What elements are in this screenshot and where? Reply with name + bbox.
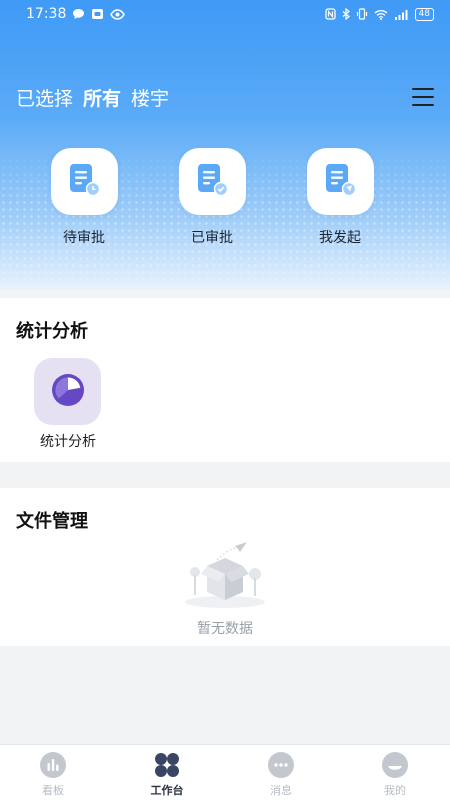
nfc-icon: [324, 8, 336, 20]
empty-box-icon: [177, 542, 273, 614]
initiated-doc-icon: [323, 162, 357, 202]
eye-icon: [110, 8, 126, 20]
wifi-icon: [374, 9, 388, 20]
shortcut-approved[interactable]: 已审批: [167, 148, 257, 247]
section-title: 文件管理: [16, 511, 88, 532]
vibrate-icon: [356, 8, 368, 20]
dashboard-icon: [39, 751, 67, 779]
tab-label: 我的: [384, 784, 406, 797]
bottom-tab-bar: 看板 工作台 消息 我的: [0, 744, 450, 800]
profile-icon: [381, 751, 409, 779]
empty-state-text: 暂无数据: [197, 621, 253, 637]
building-selector-bar: 已选择 所有 楼宇: [16, 82, 434, 112]
battery-indicator: 48: [414, 7, 434, 21]
building-selector[interactable]: 已选择 所有 楼宇: [16, 84, 169, 111]
tab-label: 工作台: [150, 784, 184, 797]
shortcut-label: 待审批: [63, 230, 105, 246]
status-bar: 17:38 48: [0, 0, 450, 28]
stats-item-label: 统计分析: [40, 434, 96, 450]
notification-app-icon: [91, 8, 104, 20]
shortcut-pending-approval[interactable]: 待审批: [39, 148, 129, 247]
selector-prefix: 已选择: [16, 87, 74, 110]
stats-analysis-item[interactable]: 统计分析: [34, 358, 102, 451]
tab-label: 看板: [42, 784, 64, 797]
shortcut-label: 我发起: [319, 230, 361, 246]
status-time: 17:38: [26, 6, 67, 22]
empty-state: 暂无数据: [0, 540, 450, 638]
tab-profile[interactable]: 我的: [355, 751, 435, 798]
signal-icon: [394, 9, 409, 20]
pie-chart-icon: [50, 372, 86, 412]
selector-value: 所有: [83, 87, 122, 110]
tab-messages[interactable]: 消息: [241, 751, 321, 798]
tab-dashboard[interactable]: 看板: [13, 751, 93, 798]
pending-doc-icon: [67, 162, 101, 202]
chat-bubble-icon: [72, 8, 85, 20]
shortcut-label: 已审批: [191, 230, 233, 246]
bluetooth-icon: [342, 8, 350, 20]
selector-suffix: 楼宇: [131, 87, 170, 110]
section-title: 统计分析: [16, 321, 88, 342]
shortcut-initiated[interactable]: 我发起: [295, 148, 385, 247]
tab-label: 消息: [270, 784, 292, 797]
message-icon: [267, 751, 295, 779]
stats-card: 统计分析 统计分析: [0, 298, 450, 462]
tab-workbench[interactable]: 工作台: [127, 751, 207, 798]
files-card: 文件管理 暂无数据: [0, 488, 450, 646]
menu-icon[interactable]: [412, 88, 434, 106]
approved-doc-icon: [195, 162, 229, 202]
workbench-icon: [153, 751, 181, 779]
